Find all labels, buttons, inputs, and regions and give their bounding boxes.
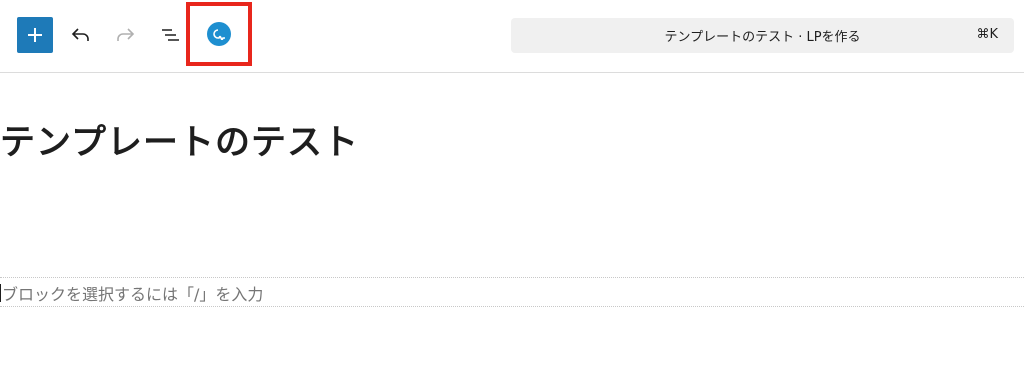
plugin-highlight-box	[186, 2, 252, 66]
undo-button[interactable]	[66, 20, 96, 50]
block-placeholder: ブロックを選択するには「/」を入力	[2, 284, 264, 304]
plugin-logo-icon	[213, 29, 225, 40]
block-divider-top	[0, 277, 1024, 278]
editor-toolbar: テンプレートのテスト · LPを作る ⌘K	[0, 0, 1024, 73]
plugin-button[interactable]	[207, 22, 231, 46]
list-view-button[interactable]	[155, 20, 185, 50]
undo-icon	[71, 28, 89, 41]
command-palette-bar[interactable]: テンプレートのテスト · LPを作る ⌘K	[511, 18, 1014, 53]
redo-icon	[117, 28, 135, 41]
block-appender[interactable]: ブロックを選択するには「/」を入力	[0, 280, 1024, 305]
command-bar-shortcut: ⌘K	[976, 27, 998, 42]
plus-icon	[28, 28, 42, 42]
redo-button[interactable]	[110, 20, 140, 50]
add-block-button[interactable]	[17, 17, 53, 53]
block-divider-bottom	[0, 306, 1024, 307]
post-title[interactable]: テンプレートのテスト	[0, 114, 359, 165]
list-view-icon	[162, 29, 179, 41]
text-caret	[0, 283, 1, 302]
command-bar-label: テンプレートのテスト · LPを作る	[664, 30, 861, 45]
